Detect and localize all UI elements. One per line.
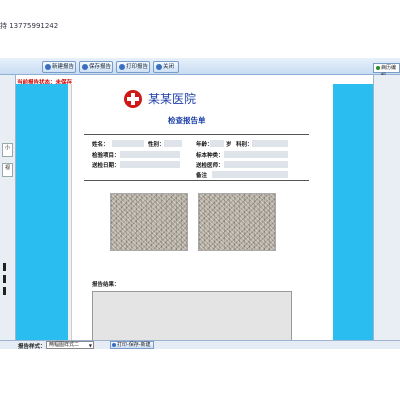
gender-label: 性别： — [148, 142, 165, 148]
remark-label: 备注 — [196, 173, 208, 179]
workspace-background-right — [333, 84, 373, 340]
marker-3 — [3, 287, 6, 295]
red-cross-logo-icon — [124, 90, 142, 108]
print-report-button[interactable]: 打印报告 — [116, 61, 150, 73]
exam-date-field[interactable] — [120, 161, 180, 168]
close-icon — [156, 64, 162, 70]
left-panel: 小 视 — [0, 75, 16, 340]
exam-date-label: 送检日期： — [92, 163, 120, 169]
left-panel-item-2[interactable]: 视 — [2, 163, 13, 177]
toolbar: 新建报告 保存报告 打印报告 关闭 — [0, 58, 400, 75]
save-report-button[interactable]: 保存报告 — [79, 61, 113, 73]
exam-image-1[interactable] — [110, 193, 188, 251]
format-value: 两幅图样式二 — [49, 342, 80, 348]
hospital-name: 某某医院 — [148, 92, 197, 106]
age-unit: 岁 — [226, 142, 232, 148]
record-icon — [376, 66, 380, 70]
report-document: 某某医院 检查报告单 姓名： 性别： 年龄： 岁 科别： 检验项目： 标本种类：… — [72, 84, 333, 340]
bottom-bar: 报告样式： 两幅图样式二 ▼ 打印-保存-新建 — [0, 340, 400, 350]
result-textarea[interactable] — [92, 291, 292, 340]
workspace-background-left — [16, 84, 68, 340]
doctor-field[interactable] — [224, 161, 288, 168]
format-label: 报告样式： — [18, 344, 46, 350]
format-select[interactable]: 两幅图样式二 ▼ — [46, 341, 94, 349]
divider-bottom — [84, 180, 309, 181]
save-report-label: 保存报告 — [89, 64, 112, 70]
print-icon — [112, 343, 116, 347]
new-icon — [45, 64, 51, 70]
close-label: 关闭 — [163, 64, 175, 70]
remark-field[interactable] — [212, 171, 288, 178]
print-report-label: 打印报告 — [126, 64, 149, 70]
save-icon — [82, 64, 88, 70]
sample-type-field[interactable] — [224, 151, 288, 158]
department-label: 科别： — [236, 142, 253, 148]
result-label: 报告结果： — [92, 282, 120, 288]
print-save-new-button[interactable]: 打印-保存-新建 — [110, 341, 154, 349]
right-panel — [373, 75, 400, 340]
print-save-new-label: 打印-保存-新建 — [117, 342, 151, 348]
close-button[interactable]: 关闭 — [153, 61, 179, 73]
sample-type-label: 标本种类： — [196, 153, 224, 159]
window-title: 持 13775991242 — [0, 22, 59, 30]
gender-field[interactable] — [164, 140, 182, 147]
print-icon — [119, 64, 125, 70]
name-label: 姓名： — [92, 142, 109, 148]
left-panel-item-1[interactable]: 小 — [2, 143, 13, 157]
report-title: 检查报告单 — [168, 116, 206, 125]
marker-2 — [3, 275, 6, 283]
marker-1 — [3, 263, 6, 271]
divider-top — [84, 134, 309, 135]
new-report-label: 新建报告 — [52, 64, 75, 70]
chevron-down-icon: ▼ — [88, 343, 92, 348]
exam-item-label: 检验项目： — [92, 153, 120, 159]
exam-item-field[interactable] — [120, 151, 180, 158]
age-field[interactable] — [210, 140, 224, 147]
name-field[interactable] — [112, 140, 144, 147]
department-field[interactable] — [252, 140, 288, 147]
exam-image-2[interactable] — [198, 193, 276, 251]
doctor-label: 送检医师： — [196, 163, 224, 169]
title-area: 持 13775991242 — [0, 0, 400, 50]
tab-record-edit[interactable]: 病历编辑 — [373, 63, 400, 79]
new-report-button[interactable]: 新建报告 — [42, 61, 76, 73]
